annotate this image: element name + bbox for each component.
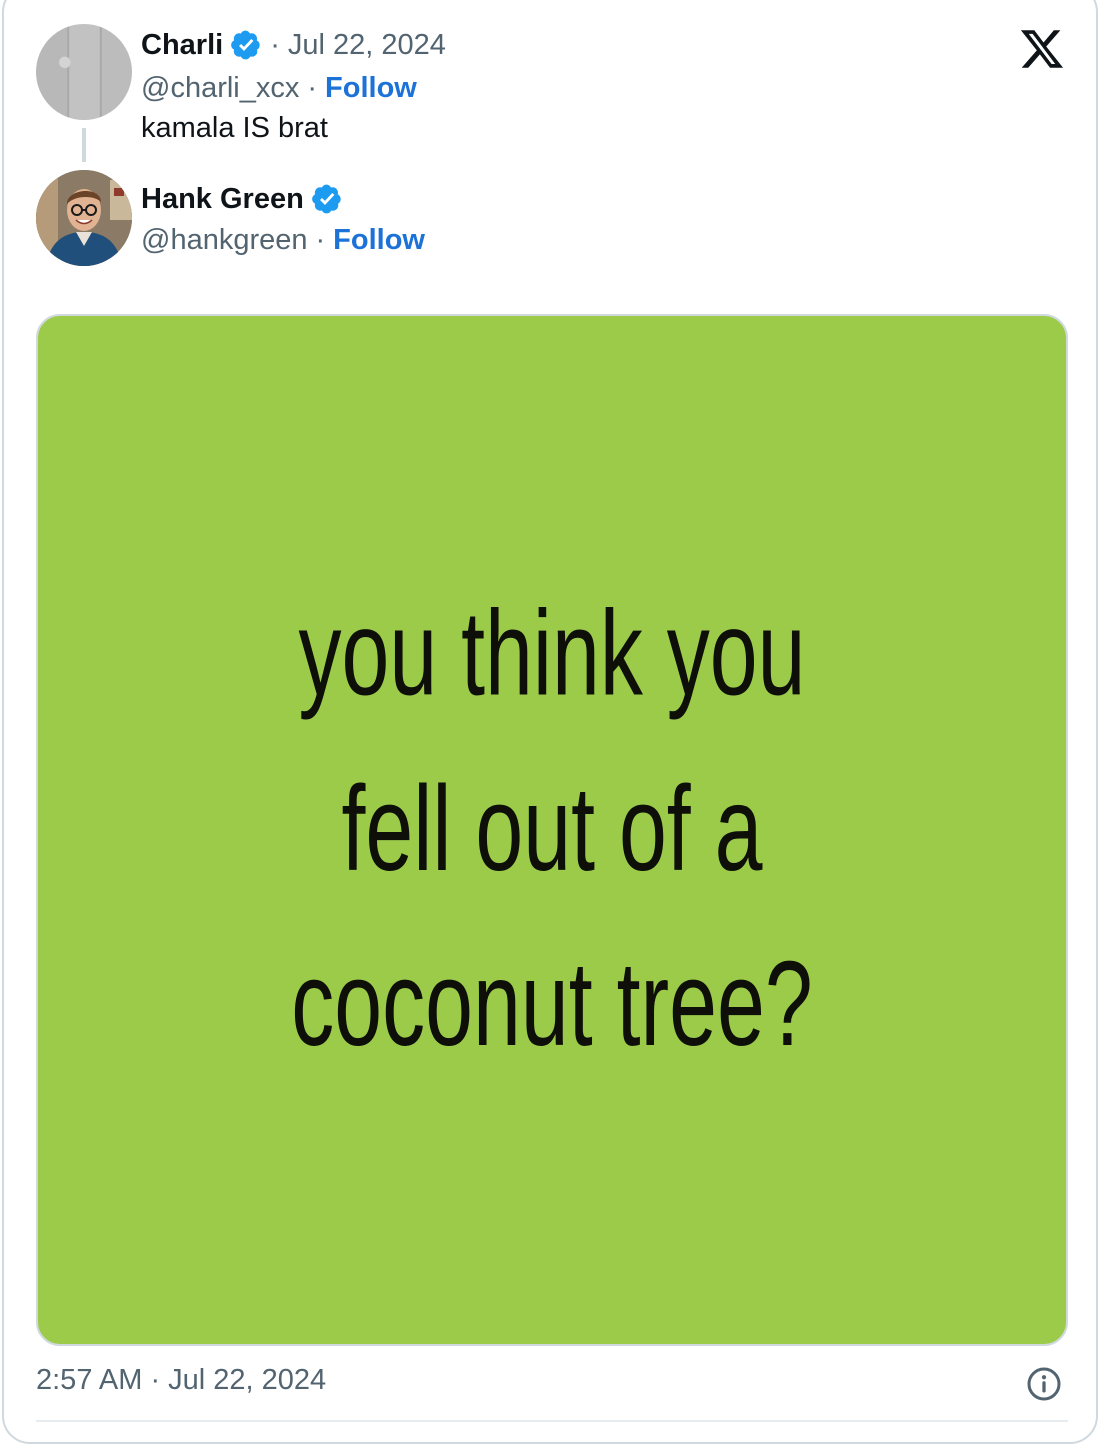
charli-header-row: Charli · Jul 22, 2024 <box>141 24 446 66</box>
meme-line-3: coconut tree? <box>291 937 812 1072</box>
handle-separator: · <box>307 71 318 104</box>
charli-tweet-date[interactable]: Jul 22, 2024 <box>288 29 446 62</box>
hank-handle-row: @hankgreen · Follow <box>141 220 425 260</box>
hank-header-row: Hank Green <box>141 178 343 220</box>
tweet-media-image[interactable]: you think you fell out of a coconut tree… <box>36 314 1068 1346</box>
hank-green-avatar[interactable] <box>36 170 132 266</box>
avatar-photo-icon <box>36 170 132 266</box>
meme-line-2: fell out of a <box>342 762 764 897</box>
verified-badge-icon <box>311 184 341 214</box>
charli-tweet-text-row: kamala IS brat <box>141 108 328 148</box>
charli-handle[interactable]: @charli_xcx <box>141 72 299 105</box>
info-icon[interactable] <box>1026 1366 1062 1402</box>
meme-text-graphic: you think you fell out of a coconut tree… <box>291 586 812 1072</box>
charli-tweet-text: kamala IS brat <box>141 111 328 144</box>
handle-separator: · <box>315 223 326 256</box>
date-separator: · <box>270 28 280 61</box>
hank-follow-button[interactable]: Follow <box>333 224 425 257</box>
charli-follow-button[interactable]: Follow <box>325 72 417 105</box>
tweet-timestamp[interactable]: 2:57 AM · Jul 22, 2024 <box>36 1364 326 1397</box>
charli-handle-row: @charli_xcx · Follow <box>141 68 417 108</box>
verified-badge-icon <box>231 30 260 60</box>
footer-divider <box>36 1420 1068 1422</box>
hank-display-name[interactable]: Hank Green <box>141 183 304 216</box>
meme-line-1: you think you <box>298 586 805 721</box>
hank-handle[interactable]: @hankgreen <box>141 224 308 257</box>
x-logo-icon[interactable] <box>1018 26 1066 72</box>
charli-display-name[interactable]: Charli <box>141 29 223 62</box>
thread-connector-line <box>82 128 86 162</box>
charli-avatar[interactable] <box>36 24 132 120</box>
